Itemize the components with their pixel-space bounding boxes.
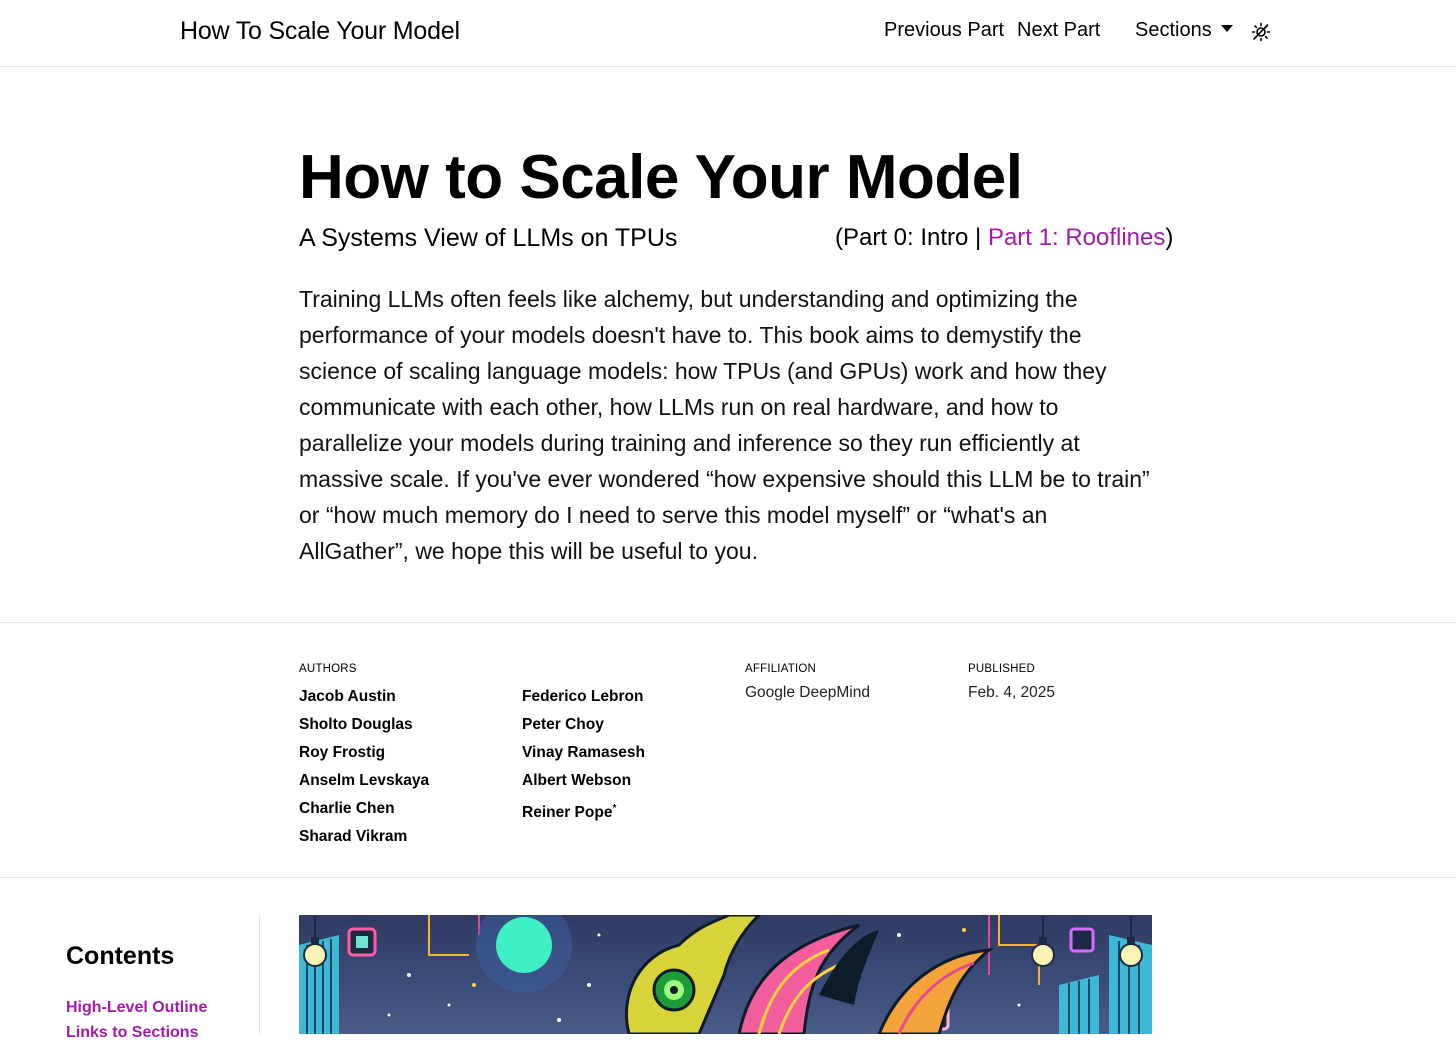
author-name: Sholto Douglas [299, 716, 413, 733]
previous-part-link[interactable]: Previous Part [884, 19, 1004, 42]
page-title: How to Scale Your Model [299, 143, 1023, 212]
part-navigation: (Part 0: Intro | Part 1: Rooflines) [835, 224, 1173, 252]
author-name: Jacob Austin [299, 688, 396, 705]
part-1-link[interactable]: Part 1: Rooflines [988, 224, 1165, 251]
site-brand[interactable]: How To Scale Your Model [180, 17, 460, 46]
author-name: Reiner Pope [522, 804, 613, 822]
toc-link-outline[interactable]: High-Level Outline [66, 999, 207, 1017]
page-subtitle: A Systems View of LLMs on TPUs [299, 224, 678, 252]
affiliation-label: AFFILIATION [745, 663, 816, 675]
published-label: PUBLISHED [968, 663, 1035, 675]
author-name-with-mark: Reiner Pope* [522, 795, 645, 823]
part-current: (Part 0: Intro | [835, 224, 988, 251]
toc-link-sections[interactable]: Links to Sections [66, 1024, 198, 1042]
sections-dropdown[interactable]: Sections [1135, 19, 1233, 42]
divider [0, 877, 1456, 878]
author-name: Federico Lebron [522, 688, 644, 705]
next-part-link[interactable]: Next Part [1017, 19, 1100, 42]
author-name: Sharad Vikram [299, 828, 408, 845]
part-close: ) [1165, 224, 1174, 251]
author-name: Anselm Levskaya [299, 772, 430, 789]
theme-toggle-icon[interactable] [1251, 22, 1271, 42]
affiliation-value: Google DeepMind [745, 684, 870, 701]
author-name: Peter Choy [522, 716, 604, 733]
divider [0, 622, 1456, 623]
author-name: Charlie Chen [299, 800, 395, 817]
author-name: Vinay Ramasesh [522, 744, 645, 761]
hero-illustration [299, 915, 1152, 1034]
authors-label: AUTHORS [299, 663, 357, 675]
intro-paragraph: Training LLMs often feels like alchemy, … [299, 286, 1150, 564]
author-name: Albert Webson [522, 772, 632, 789]
author-name: Roy Frostig [299, 744, 386, 761]
authors-column-2: Federico Lebron Peter Choy Vinay Ramases… [522, 683, 645, 823]
contents-title: Contents [66, 942, 175, 970]
caret-down-icon [1220, 25, 1233, 32]
published-date: Feb. 4, 2025 [968, 684, 1056, 701]
authors-column-1: Jacob Austin Sholto Douglas Roy Frostig … [299, 683, 429, 851]
author-footnote-mark: * [612, 803, 617, 814]
top-navbar: How To Scale Your Model Previous Part Ne… [0, 0, 1456, 67]
toc-separator [259, 915, 260, 1034]
sections-label: Sections [1135, 19, 1212, 41]
